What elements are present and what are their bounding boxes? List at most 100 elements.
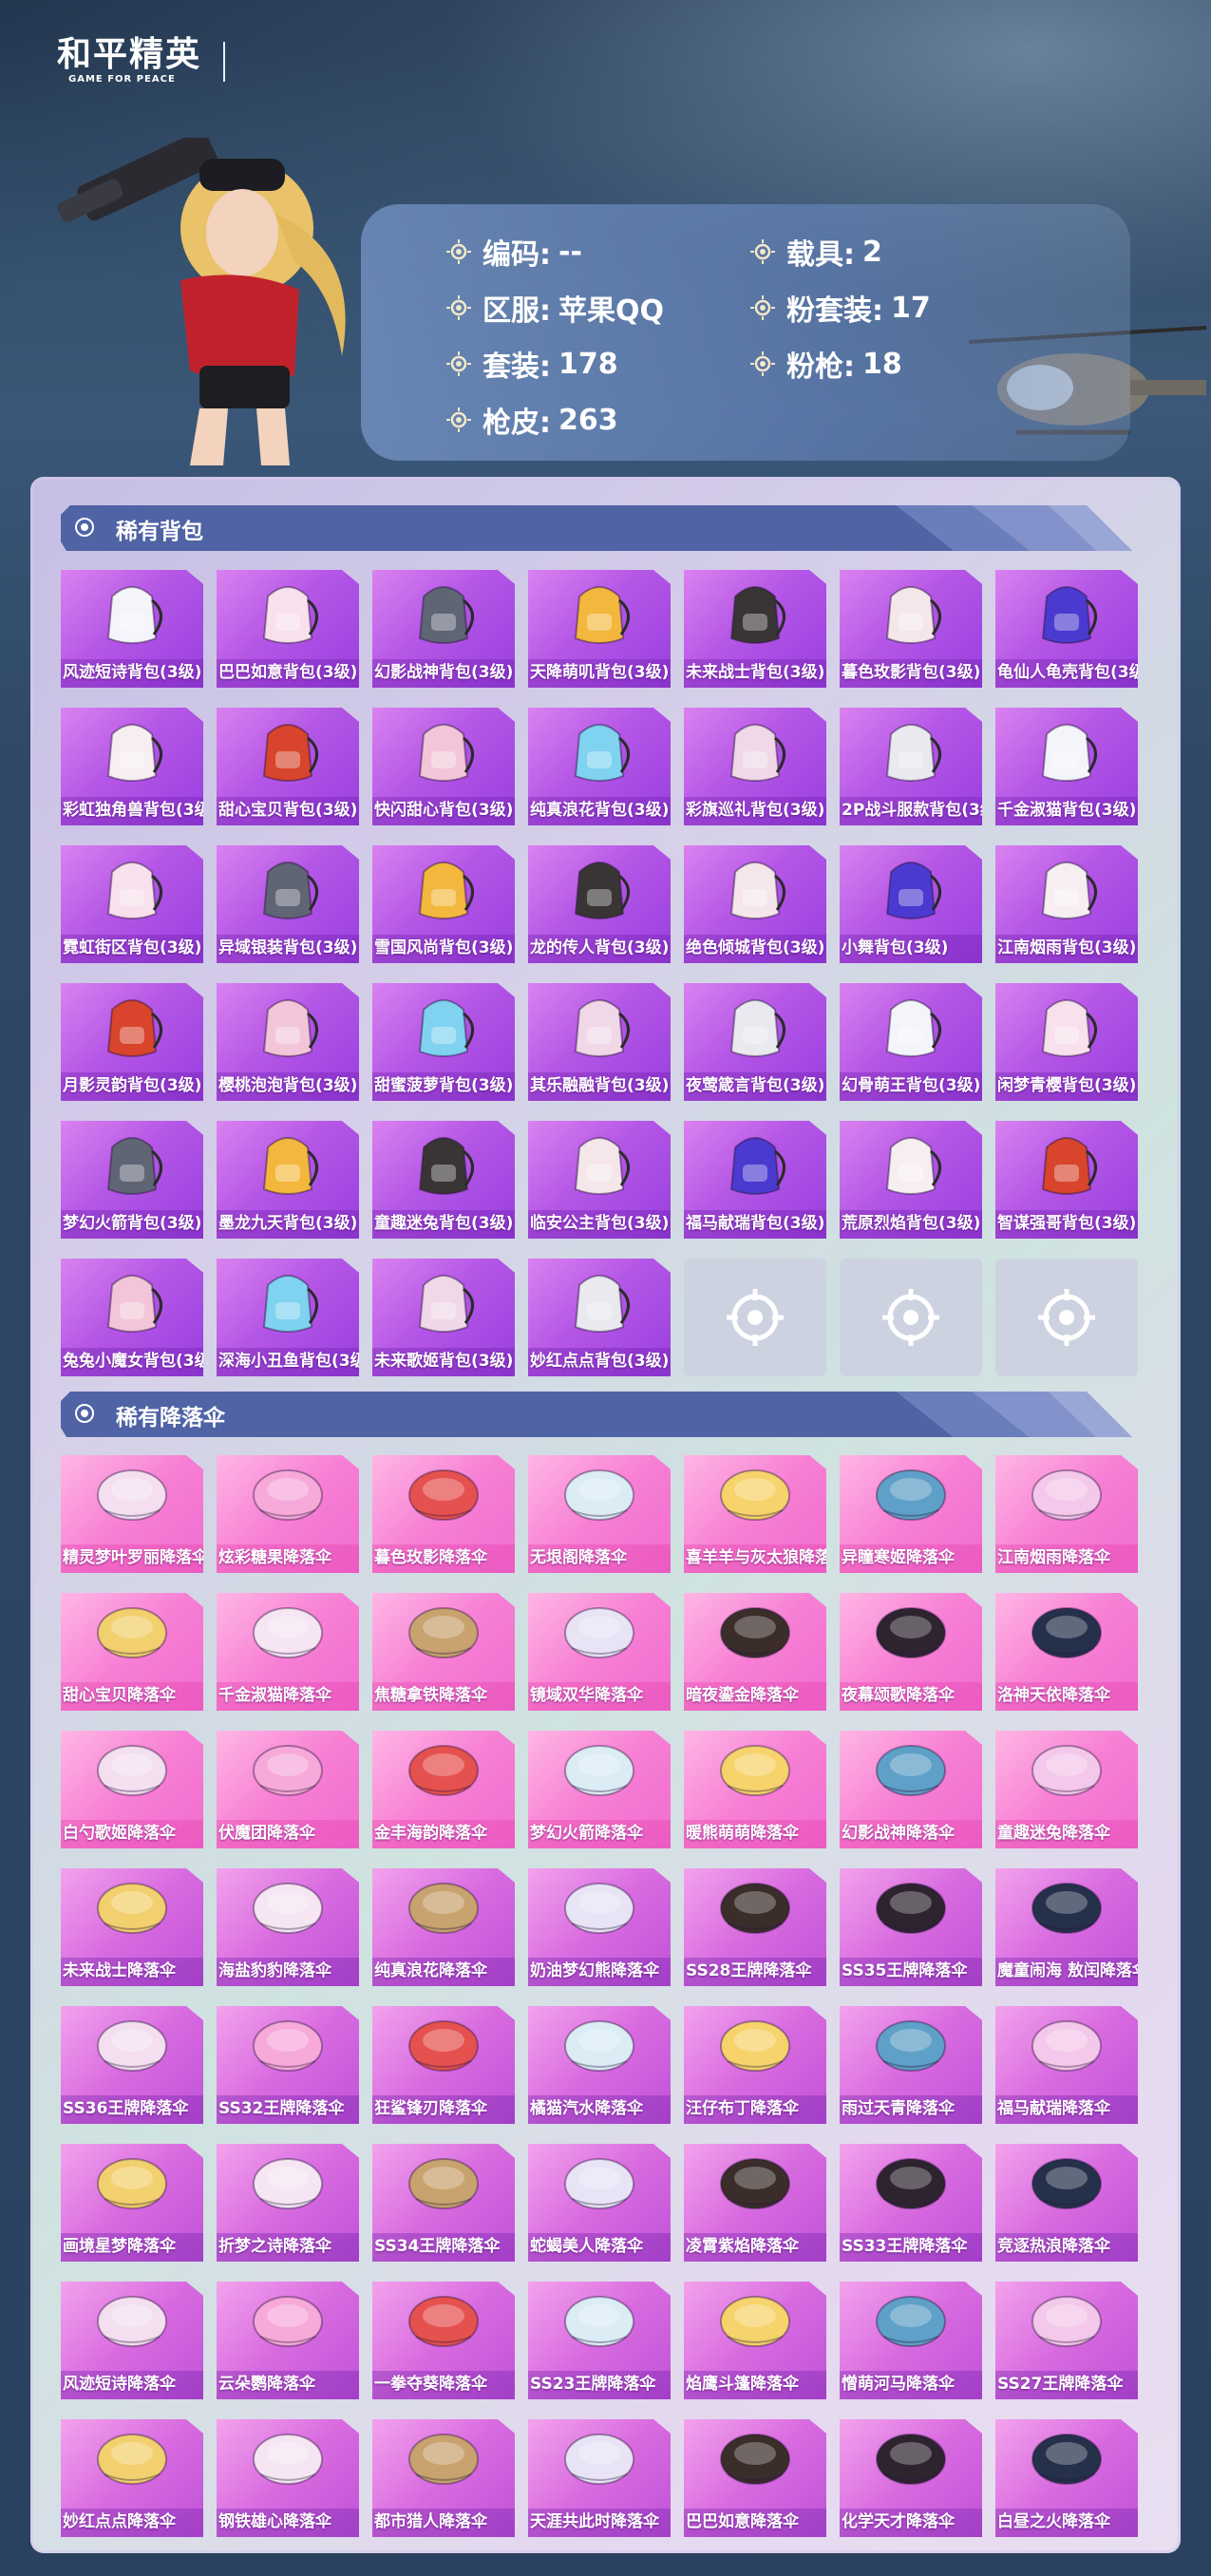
parachute-item[interactable]: 凌霄紫焰降落伞: [684, 2144, 826, 2262]
sun-icon: [446, 407, 471, 432]
parachute-item[interactable]: 魔童闹海 敖闰降落伞: [995, 1868, 1138, 1986]
parachute-item[interactable]: 暖熊萌萌降落伞: [684, 1731, 826, 1848]
parachute-item[interactable]: SS36王牌降落伞: [61, 2006, 203, 2124]
parachute-item[interactable]: 都市猎人降落伞: [372, 2419, 515, 2537]
parachute-item[interactable]: 精灵梦叶罗丽降落伞: [61, 1455, 203, 1573]
backpack-item[interactable]: 荒原烈焰背包(3级): [840, 1121, 982, 1239]
backpack-item[interactable]: 天降萌叽背包(3级): [528, 570, 671, 688]
backpack-item[interactable]: 幻影战神背包(3级): [372, 570, 515, 688]
backpack-icon: [418, 586, 474, 644]
backpack-item[interactable]: 甜心宝贝背包(3级): [217, 708, 359, 825]
parachute-item[interactable]: 焦糖拿铁降落伞: [372, 1593, 515, 1711]
backpack-item[interactable]: 樱桃泡泡背包(3级): [217, 983, 359, 1101]
backpack-item[interactable]: 梦幻火箭背包(3级): [61, 1121, 203, 1239]
parachute-item[interactable]: 橘猫汽水降落伞: [528, 2006, 671, 2124]
parachute-item[interactable]: 白勺歌姬降落伞: [61, 1731, 203, 1848]
parachute-item[interactable]: SS28王牌降落伞: [684, 1868, 826, 1986]
parachute-item[interactable]: 镜域双华降落伞: [528, 1593, 671, 1711]
parachute-item[interactable]: 汪仔布丁降落伞: [684, 2006, 826, 2124]
backpack-item[interactable]: 千金淑猫背包(3级): [995, 708, 1138, 825]
parachute-icon: [876, 2020, 946, 2072]
parachute-item[interactable]: 一拳夺葵降落伞: [372, 2282, 515, 2399]
parachute-item[interactable]: 云朵鹦降落伞: [217, 2282, 359, 2399]
backpack-item[interactable]: 智谋强哥背包(3级): [995, 1121, 1138, 1239]
parachute-item[interactable]: 风迹短诗降落伞: [61, 2282, 203, 2399]
parachute-item[interactable]: 狂鲨锋刃降落伞: [372, 2006, 515, 2124]
backpack-item[interactable]: 快闪甜心背包(3级): [372, 708, 515, 825]
parachute-item[interactable]: 钢铁雄心降落伞: [217, 2419, 359, 2537]
parachute-item[interactable]: SS27王牌降落伞: [995, 2282, 1138, 2399]
parachute-item[interactable]: SS32王牌降落伞: [217, 2006, 359, 2124]
parachute-item[interactable]: 幻影战神降落伞: [840, 1731, 982, 1848]
backpack-item[interactable]: 霓虹街区背包(3级): [61, 845, 203, 963]
backpack-item[interactable]: 夜莺箴言背包(3级): [684, 983, 826, 1101]
parachute-item[interactable]: SS34王牌降落伞: [372, 2144, 515, 2262]
parachute-item[interactable]: SS23王牌降落伞: [528, 2282, 671, 2399]
backpack-item[interactable]: 风迹短诗背包(3级): [61, 570, 203, 688]
parachute-item[interactable]: 雨过天青降落伞: [840, 2006, 982, 2124]
parachute-item[interactable]: 喜羊羊与灰太狼降落伞: [684, 1455, 826, 1573]
backpack-item[interactable]: 小舞背包(3级): [840, 845, 982, 963]
parachute-item[interactable]: 纯真浪花降落伞: [372, 1868, 515, 1986]
parachute-item[interactable]: 画境星梦降落伞: [61, 2144, 203, 2262]
parachute-item[interactable]: 竞逐热浪降落伞: [995, 2144, 1138, 2262]
parachute-item[interactable]: 甜心宝贝降落伞: [61, 1593, 203, 1711]
backpack-item[interactable]: 墨龙九天背包(3级): [217, 1121, 359, 1239]
backpack-icon: [574, 1137, 630, 1195]
parachute-item[interactable]: 暮色玫影降落伞: [372, 1455, 515, 1573]
parachute-item[interactable]: 异瞳寒姬降落伞: [840, 1455, 982, 1573]
backpack-item[interactable]: 暮色玫影背包(3级): [840, 570, 982, 688]
parachute-item[interactable]: 海盐豹豹降落伞: [217, 1868, 359, 1986]
backpack-item[interactable]: 其乐融融背包(3级): [528, 983, 671, 1101]
backpack-item[interactable]: 彩旗巡礼背包(3级): [684, 708, 826, 825]
parachute-item[interactable]: 洛神天依降落伞: [995, 1593, 1138, 1711]
backpack-item[interactable]: 甜蜜菠萝背包(3级): [372, 983, 515, 1101]
backpack-item[interactable]: 龟仙人龟壳背包(3级): [995, 570, 1138, 688]
parachute-item[interactable]: 焰鹰斗篷降落伞: [684, 2282, 826, 2399]
parachute-item[interactable]: 暗夜鎏金降落伞: [684, 1593, 826, 1711]
parachute-item[interactable]: 奶油梦幻熊降落伞: [528, 1868, 671, 1986]
parachute-item[interactable]: 伏魔团降落伞: [217, 1731, 359, 1848]
backpack-item[interactable]: 福马献瑞背包(3级): [684, 1121, 826, 1239]
backpack-item[interactable]: 深海小丑鱼背包(3级): [217, 1259, 359, 1376]
backpack-item[interactable]: 绝色倾城背包(3级): [684, 845, 826, 963]
backpack-item[interactable]: 彩虹独角兽背包(3级): [61, 708, 203, 825]
parachute-item[interactable]: SS33王牌降落伞: [840, 2144, 982, 2262]
backpack-item[interactable]: 雪国风尚背包(3级): [372, 845, 515, 963]
parachute-item[interactable]: 夜幕颂歌降落伞: [840, 1593, 982, 1711]
parachute-item[interactable]: 炫彩糖果降落伞: [217, 1455, 359, 1573]
parachute-item[interactable]: 无垠阁降落伞: [528, 1455, 671, 1573]
parachute-item[interactable]: 化学天才降落伞: [840, 2419, 982, 2537]
parachute-item[interactable]: 童趣迷兔降落伞: [995, 1731, 1138, 1848]
backpack-icon: [1041, 724, 1097, 782]
backpack-item[interactable]: 幻骨萌王背包(3级): [840, 983, 982, 1101]
backpack-item[interactable]: 江南烟雨背包(3级): [995, 845, 1138, 963]
backpack-item[interactable]: 巴巴如意背包(3级): [217, 570, 359, 688]
parachute-item[interactable]: SS35王牌降落伞: [840, 1868, 982, 1986]
backpack-item[interactable]: 妙红点点背包(3级): [528, 1259, 671, 1376]
backpack-item[interactable]: 闲梦青樱背包(3级): [995, 983, 1138, 1101]
parachute-item[interactable]: 白昼之火降落伞: [995, 2419, 1138, 2537]
backpack-item[interactable]: 龙的传人背包(3级): [528, 845, 671, 963]
backpack-item[interactable]: 纯真浪花背包(3级): [528, 708, 671, 825]
parachute-item[interactable]: 折梦之诗降落伞: [217, 2144, 359, 2262]
backpack-item[interactable]: 兔兔小魔女背包(3级): [61, 1259, 203, 1376]
backpack-item[interactable]: 临安公主背包(3级): [528, 1121, 671, 1239]
parachute-item[interactable]: 千金淑猫降落伞: [217, 1593, 359, 1711]
backpack-item[interactable]: 未来战士背包(3级): [684, 570, 826, 688]
parachute-item[interactable]: 未来战士降落伞: [61, 1868, 203, 1986]
parachute-item[interactable]: 江南烟雨降落伞: [995, 1455, 1138, 1573]
backpack-item[interactable]: 2P战斗服款背包(3级): [840, 708, 982, 825]
parachute-item[interactable]: 福马献瑞降落伞: [995, 2006, 1138, 2124]
parachute-item[interactable]: 金丰海韵降落伞: [372, 1731, 515, 1848]
parachute-item[interactable]: 蛇蝎美人降落伞: [528, 2144, 671, 2262]
backpack-item[interactable]: 异域银装背包(3级): [217, 845, 359, 963]
parachute-item[interactable]: 梦幻火箭降落伞: [528, 1731, 671, 1848]
backpack-item[interactable]: 月影灵韵背包(3级): [61, 983, 203, 1101]
parachute-item[interactable]: 憎萌河马降落伞: [840, 2282, 982, 2399]
backpack-item[interactable]: 未来歌姬背包(3级): [372, 1259, 515, 1376]
parachute-item[interactable]: 妙红点点降落伞: [61, 2419, 203, 2537]
backpack-item[interactable]: 童趣迷兔背包(3级): [372, 1121, 515, 1239]
parachute-item[interactable]: 天涯共此时降落伞: [528, 2419, 671, 2537]
parachute-item[interactable]: 巴巴如意降落伞: [684, 2419, 826, 2537]
